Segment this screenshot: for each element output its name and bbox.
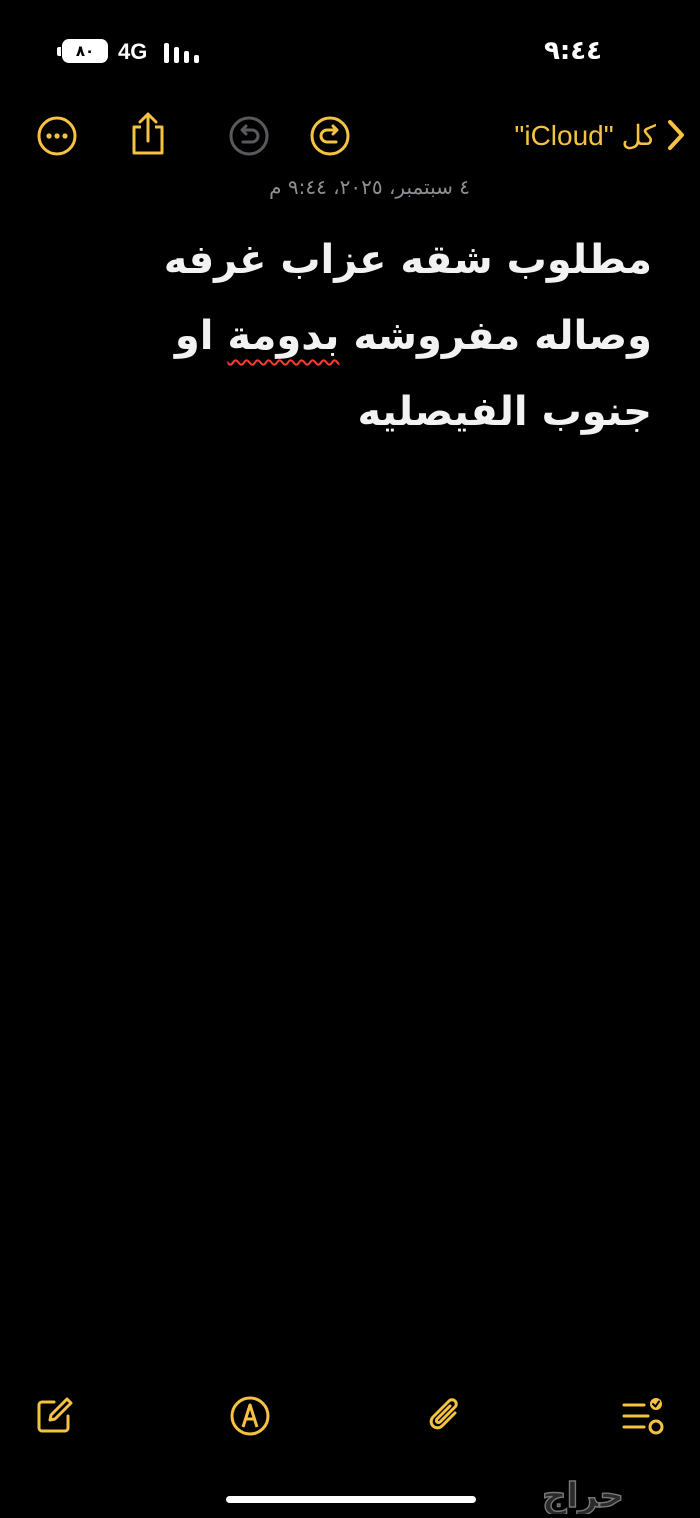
note-date: ٤ سبتمبر، ٢٠٢٥، ٩:٤٤ م bbox=[269, 175, 470, 199]
misspelled-word[interactable]: بدومة bbox=[227, 313, 339, 359]
markup-icon bbox=[230, 1396, 270, 1436]
back-to-folder-button[interactable]: كل "iCloud" bbox=[514, 118, 686, 152]
haraj-watermark: حراج bbox=[541, 1476, 624, 1514]
chevron-right-icon bbox=[668, 120, 684, 150]
more-icon bbox=[37, 116, 77, 156]
battery-indicator: ٨٠ bbox=[62, 39, 108, 63]
bottom-toolbar bbox=[0, 1394, 700, 1444]
note-line-3: جنوب الفيصليه bbox=[357, 389, 652, 435]
compose-button[interactable] bbox=[32, 1394, 76, 1438]
signal-icon bbox=[164, 43, 199, 63]
note-body[interactable]: مطلوب شقه عزاب غرفه وصاله مفروشه بدومة ا… bbox=[112, 222, 652, 450]
battery-tip bbox=[57, 47, 61, 56]
network-type: 4G bbox=[118, 39, 148, 64]
redo-icon bbox=[310, 116, 350, 156]
home-indicator[interactable] bbox=[226, 1496, 476, 1503]
status-time: ٩:٤٤ bbox=[543, 36, 602, 66]
checklist-button[interactable] bbox=[620, 1394, 664, 1438]
back-label: كل "iCloud" bbox=[514, 119, 656, 151]
share-button[interactable] bbox=[126, 112, 170, 156]
undo-button[interactable] bbox=[227, 114, 271, 158]
undo-icon bbox=[229, 116, 269, 156]
redo-button[interactable] bbox=[308, 114, 352, 158]
note-line-2-text: وصاله مفروشه bbox=[353, 313, 652, 359]
watermark-text: حراج bbox=[542, 1476, 624, 1514]
more-button[interactable] bbox=[35, 114, 79, 158]
note-line-2: وصاله مفروشه بدومة او bbox=[112, 298, 652, 374]
share-icon bbox=[132, 112, 164, 155]
attachment-button[interactable] bbox=[424, 1394, 468, 1438]
status-bar: ٨٠ 4G ٩:٤٤ bbox=[0, 0, 700, 100]
note-line-1: مطلوب شقه عزاب غرفه bbox=[163, 237, 652, 283]
markup-button[interactable] bbox=[228, 1394, 272, 1438]
compose-icon bbox=[37, 1397, 73, 1433]
checklist-icon bbox=[622, 1398, 664, 1435]
note-line-2-end: او bbox=[174, 313, 214, 359]
attachment-icon bbox=[429, 1398, 458, 1430]
